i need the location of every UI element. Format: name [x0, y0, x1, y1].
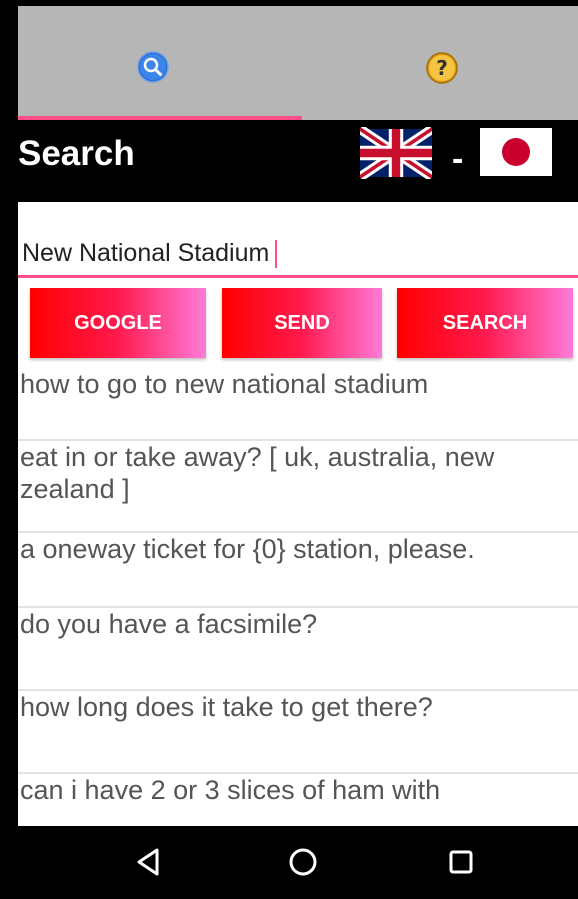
app-screen: ? Search - New National Stadium GOOGLE S…	[18, 6, 578, 899]
tab-bar: ?	[18, 6, 578, 120]
list-item[interactable]: do you have a facsimile?	[18, 608, 578, 691]
back-triangle-icon[interactable]	[131, 844, 167, 880]
home-circle-icon[interactable]	[285, 844, 321, 880]
list-item[interactable]: how to go to new national stadium	[18, 368, 578, 441]
list-item[interactable]: eat in or take away? [ uk, australia, ne…	[18, 441, 578, 533]
search-input-value: New National Stadium	[22, 239, 270, 267]
search-input[interactable]: New National Stadium	[18, 231, 578, 278]
search-icon[interactable]	[137, 51, 169, 83]
japan-flag-icon[interactable]	[480, 128, 552, 176]
recents-square-icon[interactable]	[443, 844, 479, 880]
list-item[interactable]: a oneway ticket for {0} station, please.	[18, 533, 578, 608]
page-title: Search	[18, 134, 135, 173]
device-frame-left	[0, 0, 18, 899]
results-list[interactable]: how to go to new national stadium eat in…	[18, 368, 578, 826]
send-button[interactable]: SEND	[222, 288, 382, 358]
list-item[interactable]: can i have 2 or 3 slices of ham with	[18, 774, 578, 826]
search-button[interactable]: SEARCH	[397, 288, 573, 358]
title-bar: Search -	[18, 120, 578, 202]
language-separator: -	[452, 140, 464, 178]
list-item[interactable]: how long does it take to get there?	[18, 691, 578, 774]
text-caret	[275, 240, 278, 269]
google-button[interactable]: GOOGLE	[30, 288, 206, 358]
uk-flag-icon[interactable]	[360, 127, 432, 179]
system-nav-bar	[18, 826, 578, 899]
svg-text:?: ?	[436, 56, 448, 80]
help-icon[interactable]: ?	[426, 52, 458, 84]
